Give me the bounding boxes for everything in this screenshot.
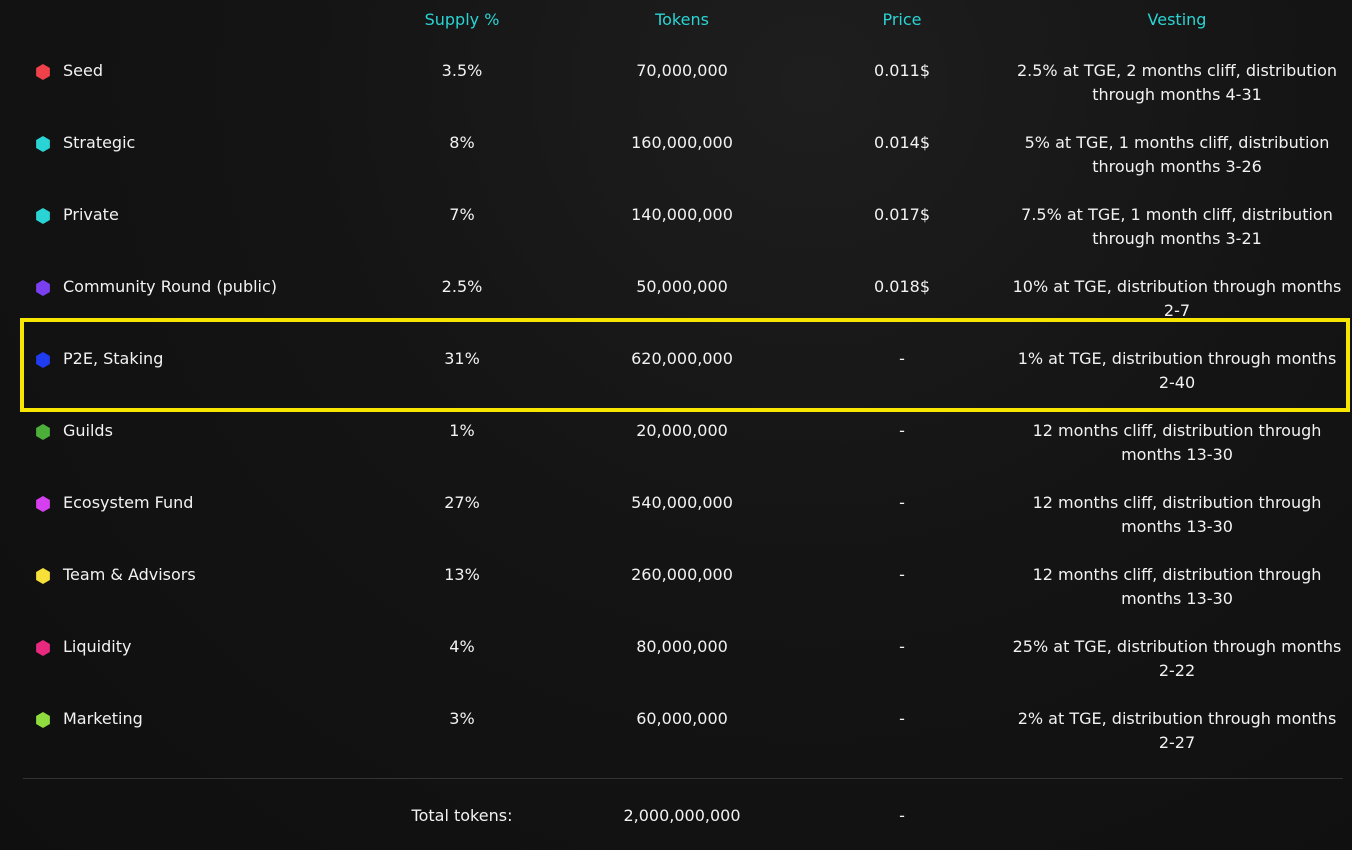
row-vesting: 10% at TGE, distribution through months …: [1012, 277, 1342, 320]
table-row: Ecosystem Fund 27% 540,000,000 - 12 mont…: [0, 491, 1352, 563]
row-vesting: 1% at TGE, distribution through months 2…: [1017, 349, 1337, 392]
row-tokens: 160,000,000: [631, 133, 733, 152]
hexagon-icon: [36, 568, 50, 584]
row-vesting: 2.5% at TGE, 2 months cliff, distributio…: [1016, 61, 1338, 104]
row-tokens: 140,000,000: [631, 205, 733, 224]
row-price: -: [899, 421, 905, 440]
row-name: Community Round (public): [63, 277, 278, 296]
table-row: Private 7% 140,000,000 0.017$ 7.5% at TG…: [0, 203, 1352, 275]
hexagon-icon: [36, 496, 50, 512]
row-supply: 3.5%: [441, 61, 483, 80]
hexagon-icon: [36, 136, 50, 152]
row-price: 0.018$: [874, 277, 930, 296]
table-row: Seed 3.5% 70,000,000 0.011$ 2.5% at TGE,…: [0, 59, 1352, 131]
row-vesting: 5% at TGE, 1 months cliff, distribution …: [1024, 133, 1330, 176]
row-supply: 31%: [444, 349, 480, 368]
table-row: P2E, Staking 31% 620,000,000 - 1% at TGE…: [0, 347, 1352, 419]
row-tokens: 80,000,000: [636, 637, 728, 656]
header-supply: Supply %: [424, 10, 500, 29]
hexagon-icon: [36, 424, 50, 440]
row-vesting: 7.5% at TGE, 1 month cliff, distribution…: [1021, 205, 1333, 248]
row-price: -: [899, 709, 905, 728]
row-vesting: 2% at TGE, distribution through months 2…: [1017, 709, 1337, 752]
total-price: -: [899, 806, 905, 825]
row-name: Ecosystem Fund: [63, 493, 194, 512]
tokenomics-table: Supply % Tokens Price Vesting Seed 3.5% …: [0, 0, 1352, 850]
row-name: Guilds: [63, 421, 113, 440]
row-name: Private: [63, 205, 119, 224]
row-name: P2E, Staking: [63, 349, 164, 368]
row-price: 0.014$: [874, 133, 930, 152]
total-row: Total tokens: 2,000,000,000 -: [0, 804, 1352, 830]
row-vesting: 12 months cliff, distribution through mo…: [1032, 421, 1322, 464]
table-row: Liquidity 4% 80,000,000 - 25% at TGE, di…: [0, 635, 1352, 707]
hexagon-icon: [36, 208, 50, 224]
header-vesting: Vesting: [1147, 10, 1207, 29]
row-tokens: 620,000,000: [631, 349, 733, 368]
hexagon-icon: [36, 352, 50, 368]
row-supply: 8%: [449, 133, 475, 152]
row-name: Liquidity: [63, 637, 132, 656]
table-row: Guilds 1% 20,000,000 - 12 months cliff, …: [0, 419, 1352, 491]
row-tokens: 260,000,000: [631, 565, 733, 584]
row-tokens: 540,000,000: [631, 493, 733, 512]
row-supply: 27%: [444, 493, 480, 512]
row-name: Team & Advisors: [63, 565, 196, 584]
row-supply: 13%: [444, 565, 480, 584]
row-price: -: [899, 565, 905, 584]
hexagon-icon: [36, 280, 50, 296]
hexagon-icon: [36, 712, 50, 728]
row-price: -: [899, 349, 905, 368]
table-row: Strategic 8% 160,000,000 0.014$ 5% at TG…: [0, 131, 1352, 203]
row-vesting: 25% at TGE, distribution through months …: [1012, 637, 1342, 680]
table-row: Marketing 3% 60,000,000 - 2% at TGE, dis…: [0, 707, 1352, 779]
row-name: Strategic: [63, 133, 136, 152]
table-row: Community Round (public) 2.5% 50,000,000…: [0, 275, 1352, 347]
row-tokens: 60,000,000: [636, 709, 728, 728]
row-tokens: 20,000,000: [636, 421, 728, 440]
row-vesting: 12 months cliff, distribution through mo…: [1032, 493, 1322, 536]
row-price: 0.011$: [874, 61, 930, 80]
header-price: Price: [882, 10, 922, 29]
row-supply: 2.5%: [441, 277, 483, 296]
row-name: Seed: [63, 61, 103, 80]
row-price: 0.017$: [874, 205, 930, 224]
row-tokens: 50,000,000: [636, 277, 728, 296]
row-supply: 1%: [449, 421, 475, 440]
row-vesting: 12 months cliff, distribution through mo…: [1032, 565, 1322, 608]
table-header: Supply % Tokens Price Vesting: [0, 10, 1352, 36]
row-name: Marketing: [63, 709, 143, 728]
row-price: -: [899, 493, 905, 512]
row-tokens: 70,000,000: [636, 61, 728, 80]
row-price: -: [899, 637, 905, 656]
hexagon-icon: [36, 640, 50, 656]
row-supply: 7%: [449, 205, 475, 224]
header-tokens: Tokens: [655, 10, 709, 29]
total-label: Total tokens:: [411, 806, 513, 825]
row-supply: 3%: [449, 709, 475, 728]
table-row: Team & Advisors 13% 260,000,000 - 12 mon…: [0, 563, 1352, 635]
total-tokens: 2,000,000,000: [623, 806, 741, 825]
divider: [23, 778, 1343, 779]
row-supply: 4%: [449, 637, 475, 656]
hexagon-icon: [36, 64, 50, 80]
